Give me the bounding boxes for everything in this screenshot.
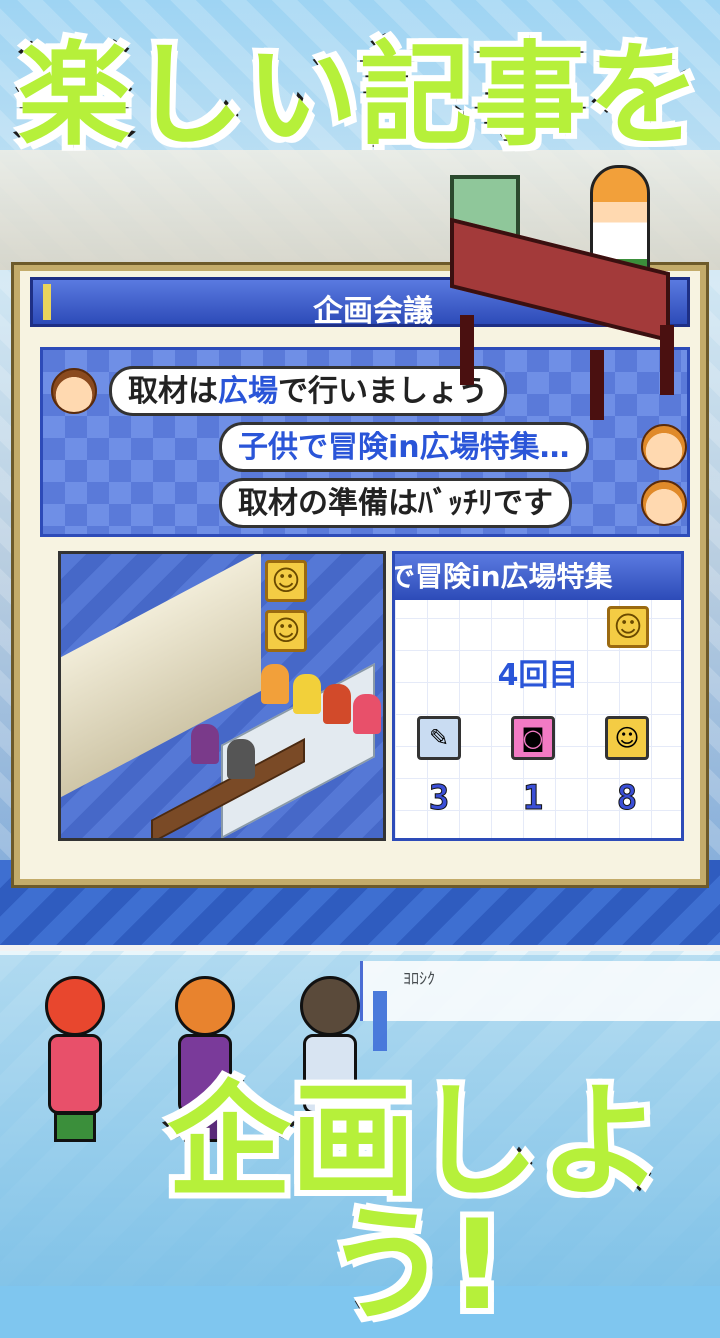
bubble-text: 取材は bbox=[128, 374, 218, 409]
desk-illustration bbox=[440, 165, 690, 420]
character-sprite bbox=[30, 976, 120, 1146]
article-stats-panel: で冒険in広場特集 ☺ 4回目 ✎ ◙ ☺ 3 1 8 bbox=[392, 551, 684, 841]
stat-value: 1 bbox=[522, 778, 544, 819]
meeting-room-view: ☺ ☺ bbox=[58, 551, 386, 841]
stat-value: 8 bbox=[616, 778, 638, 819]
staff-sprite bbox=[323, 684, 351, 724]
title-stripe bbox=[43, 284, 51, 320]
smiley-icon: ☺ bbox=[265, 610, 307, 652]
staff-sprite bbox=[353, 694, 381, 734]
speech-bubble: 子供で冒険in広場特集… bbox=[219, 422, 589, 472]
staff-face-icon bbox=[641, 480, 687, 526]
speech-bubble: 取材の準備はﾊﾞｯﾁﾘです bbox=[219, 478, 572, 528]
dialog-title: 企画会議 bbox=[313, 294, 433, 329]
staff-sprite bbox=[227, 739, 255, 779]
promo-headline: 楽しい記事を bbox=[15, 31, 703, 161]
smiley-icon: ☺ bbox=[265, 560, 307, 602]
character-head bbox=[45, 976, 105, 1036]
smiley-icon: ☺ bbox=[605, 716, 649, 760]
game-ui-strip: ﾖﾛｼｸ bbox=[360, 961, 720, 1051]
staff-sprite bbox=[293, 674, 321, 714]
character-head bbox=[175, 976, 235, 1036]
desk-leg bbox=[460, 315, 474, 385]
desk-leg bbox=[590, 350, 604, 420]
character-body bbox=[48, 1034, 102, 1114]
promo-cta: 企画しよう! bbox=[164, 1070, 666, 1338]
staff-sprite bbox=[191, 724, 219, 764]
character-head bbox=[300, 976, 360, 1036]
ui-bar bbox=[373, 991, 387, 1051]
desk-leg bbox=[660, 325, 674, 395]
staff-face-icon bbox=[641, 424, 687, 470]
article-title: で冒険in広場特集 bbox=[395, 554, 681, 600]
bubble-text: ﾊﾞｯﾁﾘです bbox=[418, 486, 553, 521]
bubble-highlight: 子供で冒険in広場特集… bbox=[238, 430, 570, 465]
camera-icon: ◙ bbox=[511, 716, 555, 760]
bubble-highlight: 広場 bbox=[218, 374, 278, 409]
bubble-text: 取材の準備は bbox=[238, 486, 418, 521]
notepad-icon: ✎ bbox=[417, 716, 461, 760]
character-legs bbox=[54, 1112, 96, 1142]
staff-sprite bbox=[261, 664, 289, 704]
smiley-icon: ☺ bbox=[607, 606, 649, 648]
ui-glyph: ﾖﾛｼｸ bbox=[403, 969, 436, 988]
round-count: 4回目 bbox=[497, 658, 579, 693]
staff-face-icon bbox=[51, 368, 97, 414]
stat-value: 3 bbox=[428, 778, 450, 819]
